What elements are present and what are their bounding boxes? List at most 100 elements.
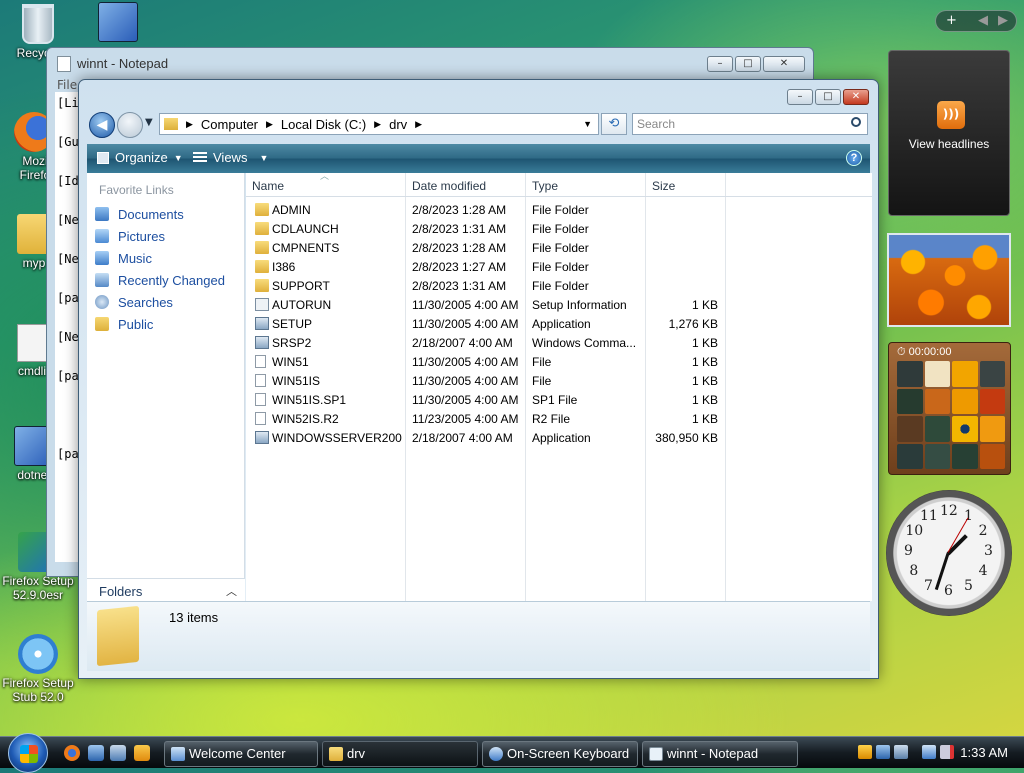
column-header-date[interactable]: Date modified — [412, 179, 486, 193]
taskbar-clock[interactable]: 1:33 AM — [960, 745, 1008, 760]
column-header-type[interactable]: Type — [532, 179, 558, 193]
search-icon[interactable] — [851, 117, 861, 127]
next-gadgets-button[interactable]: ▶ — [998, 13, 1008, 28]
puzzle-tile[interactable] — [979, 443, 1005, 469]
breadcrumb-drv[interactable]: drv — [389, 117, 407, 132]
file-row[interactable]: WIN51IS.SP1 11/30/2005 4:00 AM SP1 File 1 K… — [246, 390, 872, 409]
organize-button[interactable]: Organize ▼ — [97, 150, 183, 165]
taskbar-button-welcome-center[interactable]: Welcome Center — [164, 741, 318, 767]
close-button[interactable]: ✕ — [763, 56, 805, 72]
switch-windows-icon[interactable] — [110, 745, 126, 761]
minimize-button[interactable]: – — [787, 89, 813, 105]
puzzle-tile[interactable] — [924, 361, 950, 387]
favorite-link-searches[interactable]: Searches — [87, 291, 244, 313]
favorite-link-public[interactable]: Public — [87, 313, 244, 335]
taskbar-button-on-screen-keyboard[interactable]: On-Screen Keyboard — [482, 741, 638, 767]
notepad-titlebar[interactable]: winnt - Notepad — [47, 48, 813, 80]
breadcrumb-separator[interactable]: ▶ — [266, 119, 273, 130]
puzzle-tile[interactable] — [924, 416, 950, 442]
puzzle-tile[interactable] — [924, 443, 950, 469]
file-date: 2/8/2023 1:28 AM — [412, 203, 507, 217]
address-bar[interactable]: ▶ Computer ▶ Local Disk (C:) ▶ drv ▶ ▼ — [159, 113, 599, 135]
puzzle-tile[interactable] — [979, 416, 1005, 442]
security-shield-icon[interactable] — [858, 745, 872, 759]
breadcrumb-separator[interactable]: ▶ — [186, 119, 193, 130]
file-row[interactable]: WINDOWSSERVER2003... 2/18/2007 4:00 AM App… — [246, 428, 872, 447]
show-desktop-icon[interactable] — [88, 745, 104, 761]
notepad-menu-file[interactable]: File — [57, 78, 77, 92]
puzzle-tile[interactable] — [952, 388, 978, 414]
breadcrumb-local-disk[interactable]: Local Disk (C:) — [281, 117, 366, 132]
desktop-icon-setup[interactable] — [80, 2, 156, 44]
views-button[interactable]: Views ▼ — [193, 150, 268, 165]
favorite-link-documents[interactable]: Documents — [87, 203, 244, 225]
file-row[interactable]: ADMIN 2/8/2023 1:28 AM File Folder — [246, 200, 872, 219]
column-header-size[interactable]: Size — [652, 179, 675, 193]
puzzle-grid[interactable] — [897, 361, 1005, 469]
puzzle-tile[interactable] — [897, 443, 923, 469]
picture-puzzle-gadget[interactable]: ⏱ 00:00:00 — [888, 342, 1011, 475]
firefox-icon[interactable] — [64, 745, 80, 761]
file-date: 11/30/2005 4:00 AM — [412, 374, 519, 388]
file-type: File Folder — [532, 279, 589, 293]
back-button[interactable]: ◀ — [89, 112, 115, 138]
file-row[interactable]: I386 2/8/2023 1:27 AM File Folder — [246, 257, 872, 276]
desktop-icon-firefox-setup-stub[interactable]: Firefox Setup Stub 52.0 — [0, 634, 76, 704]
file-row[interactable]: AUTORUN 11/30/2005 4:00 AM Setup Informati… — [246, 295, 872, 314]
file-row[interactable]: SRSP2 2/18/2007 4:00 AM Windows Comma... 1 … — [246, 333, 872, 352]
file-row[interactable]: WIN52IS.R2 11/23/2005 4:00 AM R2 File 1 KB — [246, 409, 872, 428]
breadcrumb-separator[interactable]: ▶ — [415, 119, 422, 130]
network-icon[interactable] — [922, 745, 936, 759]
file-row[interactable]: CDLAUNCH 2/8/2023 1:31 AM File Folder — [246, 219, 872, 238]
volume-muted-icon[interactable] — [940, 745, 954, 759]
clock-gadget[interactable]: 12 1 2 3 4 5 6 7 8 9 10 11 — [886, 490, 1012, 616]
maximize-button[interactable]: □ — [815, 89, 841, 105]
puzzle-tile[interactable] — [897, 361, 923, 387]
view-headlines-link[interactable]: View headlines — [889, 137, 1009, 151]
tray-app-icon[interactable] — [894, 745, 908, 759]
add-gadget-button[interactable]: + — [946, 13, 957, 28]
sidebar-icon[interactable] — [876, 745, 890, 759]
breadcrumb-computer[interactable]: Computer — [201, 117, 258, 132]
file-row[interactable]: WIN51IS 11/30/2005 4:00 AM File 1 KB — [246, 371, 872, 390]
favorite-link-music[interactable]: Music — [87, 247, 244, 269]
start-button[interactable] — [8, 733, 48, 773]
folders-toggle[interactable]: Folders ︿ — [87, 578, 245, 601]
favorite-link-pictures[interactable]: Pictures — [87, 225, 244, 247]
puzzle-tile[interactable] — [897, 388, 923, 414]
puzzle-tile[interactable] — [952, 416, 978, 442]
close-button[interactable]: ✕ — [843, 89, 869, 105]
help-button[interactable]: ? — [846, 150, 862, 166]
refresh-button[interactable]: ⟲ — [601, 113, 627, 135]
slide-show-gadget[interactable] — [887, 233, 1011, 327]
file-row[interactable]: CMPNENTS 2/8/2023 1:28 AM File Folder — [246, 238, 872, 257]
file-date: 2/8/2023 1:31 AM — [412, 279, 507, 293]
column-header-name[interactable]: Name — [252, 179, 284, 193]
feed-headlines-gadget[interactable]: ))) View headlines — [888, 50, 1010, 216]
explorer-window[interactable]: – □ ✕ ◀ ▼ ▶ Computer ▶ Local Disk (C:) ▶… — [78, 79, 879, 679]
address-dropdown-icon[interactable]: ▼ — [583, 119, 592, 129]
file-row[interactable]: SUPPORT 2/8/2023 1:31 AM File Folder — [246, 276, 872, 295]
minimize-button[interactable]: – — [707, 56, 733, 72]
taskbar-button-notepad[interactable]: winnt - Notepad — [642, 741, 798, 767]
recent-pages-dropdown[interactable]: ▼ — [145, 117, 153, 128]
puzzle-tile[interactable] — [897, 416, 923, 442]
puzzle-tile[interactable] — [979, 388, 1005, 414]
puzzle-tile[interactable] — [952, 361, 978, 387]
breadcrumb-separator[interactable]: ▶ — [374, 119, 381, 130]
puzzle-tile[interactable] — [952, 443, 978, 469]
setup-installer-icon — [98, 2, 138, 42]
clock-numeral: 8 — [909, 563, 919, 579]
search-input[interactable]: Search — [632, 113, 868, 135]
music-icon — [95, 251, 109, 265]
file-row[interactable]: SETUP 11/30/2005 4:00 AM Application 1,276 … — [246, 314, 872, 333]
previous-gadgets-button[interactable]: ◀ — [978, 13, 988, 28]
media-player-icon[interactable] — [134, 745, 150, 761]
favorite-link-recently-changed[interactable]: Recently Changed — [87, 269, 244, 291]
forward-button[interactable] — [117, 112, 143, 138]
puzzle-tile[interactable] — [924, 388, 950, 414]
file-row[interactable]: WIN51 11/30/2005 4:00 AM File 1 KB — [246, 352, 872, 371]
maximize-button[interactable]: □ — [735, 56, 761, 72]
taskbar-button-drv[interactable]: drv — [322, 741, 478, 767]
puzzle-tile[interactable] — [979, 361, 1005, 387]
